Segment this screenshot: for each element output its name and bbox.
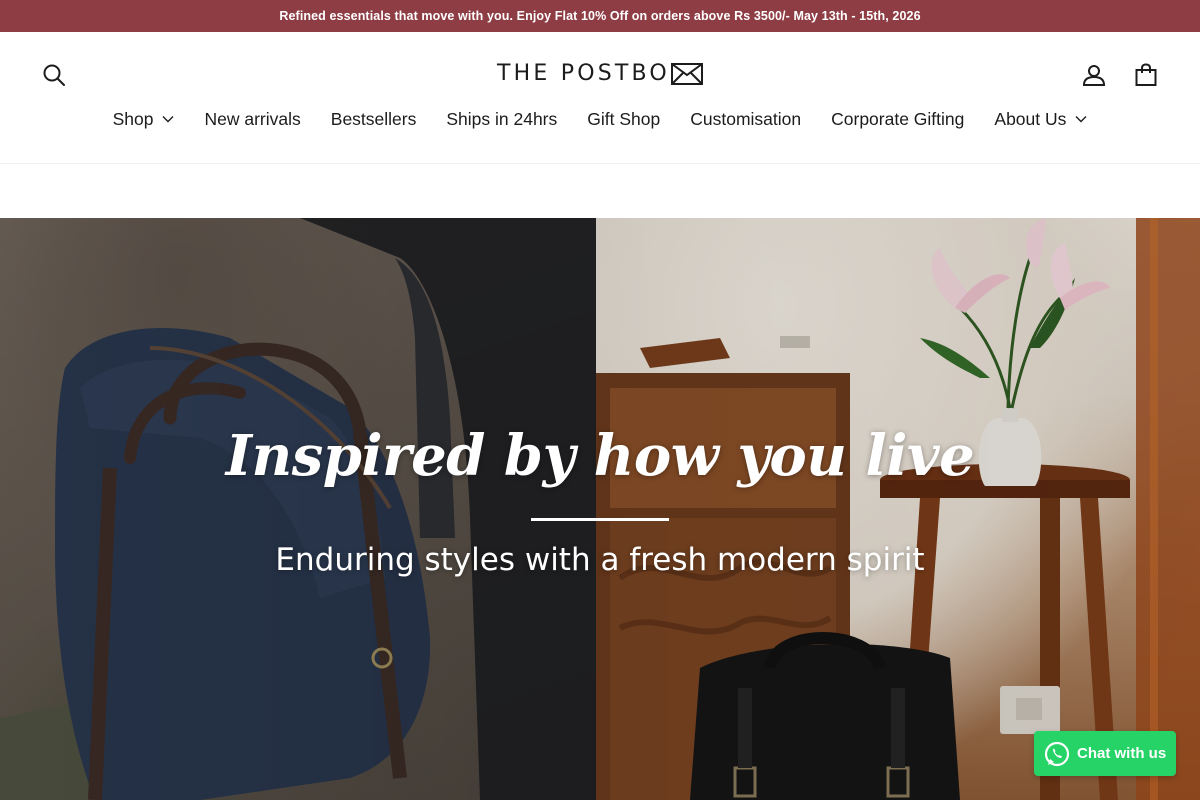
nav-item-customisation[interactable]: Customisation xyxy=(675,109,816,130)
nav-item-label: Corporate Gifting xyxy=(831,108,965,129)
nav-item-corporate-gifting[interactable]: Corporate Gifting xyxy=(816,109,979,130)
announcement-bar: Refined essentials that move with you. E… xyxy=(0,0,1200,32)
hero-subtitle: Enduring styles with a fresh modern spir… xyxy=(275,542,925,578)
chat-label: Chat with us xyxy=(1077,745,1167,762)
chevron-down-icon xyxy=(1075,115,1087,123)
nav-item-label: Gift Shop xyxy=(587,108,661,129)
nav-item-shop[interactable]: Shop xyxy=(98,109,190,130)
hero-divider xyxy=(531,518,669,521)
logo-text: THE POSTBO xyxy=(497,61,670,86)
main-nav: Shop New arrivals Bestsellers Ships in 2… xyxy=(0,104,1200,134)
envelope-icon xyxy=(670,63,703,85)
nav-item-about-us[interactable]: About Us xyxy=(979,109,1102,130)
hero-banner[interactable]: Inspired by how you live Enduring styles… xyxy=(0,218,1200,800)
whatsapp-icon xyxy=(1044,741,1070,766)
account-button[interactable] xyxy=(1076,57,1112,93)
cart-button[interactable] xyxy=(1128,57,1164,93)
nav-item-new-arrivals[interactable]: New arrivals xyxy=(189,109,315,130)
hero-title: Inspired by how you live xyxy=(225,423,975,489)
nav-item-label: Shop xyxy=(112,108,154,129)
chat-with-us-button[interactable]: Chat with us xyxy=(1034,731,1176,776)
nav-item-label: Bestsellers xyxy=(330,108,417,129)
nav-item-label: Customisation xyxy=(690,108,802,129)
site-logo[interactable]: THE POSTBO xyxy=(0,56,1200,92)
nav-item-ships-24hrs[interactable]: Ships in 24hrs xyxy=(431,109,572,130)
nav-item-bestsellers[interactable]: Bestsellers xyxy=(316,109,432,130)
hero-overlay xyxy=(0,218,1200,800)
nav-item-label: New arrivals xyxy=(204,108,301,129)
nav-item-label: Ships in 24hrs xyxy=(446,108,558,129)
announcement-text: Refined essentials that move with you. E… xyxy=(279,9,921,23)
nav-item-label: About Us xyxy=(994,108,1067,129)
chevron-down-icon xyxy=(162,115,174,123)
site-header: THE POSTBO Shop New arrivals Bestsellers… xyxy=(0,32,1200,164)
shopping-bag-icon xyxy=(1135,63,1157,86)
user-icon xyxy=(1082,65,1106,86)
nav-item-gift-shop[interactable]: Gift Shop xyxy=(572,109,675,130)
